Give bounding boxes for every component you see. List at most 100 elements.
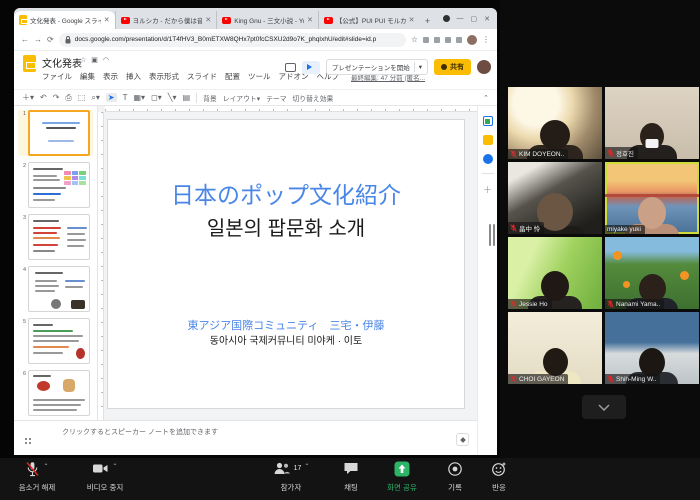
slide-thumbnail-6[interactable]: 6	[18, 370, 93, 416]
new-slide-icon[interactable]: ＋▾	[22, 92, 34, 103]
back-icon[interactable]: ←	[21, 35, 29, 44]
slide-filmstrip: 1 2	[14, 106, 98, 420]
participant-tile[interactable]: miyake yuki	[605, 162, 699, 234]
extension-icon[interactable]	[445, 37, 451, 43]
current-slide[interactable]: 日本のポップ文化紹介 일본의 팝문화 소개 東アジア国際コミュニティ 三宅・伊藤…	[108, 120, 464, 408]
tasks-icon[interactable]	[483, 154, 493, 164]
participant-tile[interactable]: 畠中 怜	[508, 162, 602, 234]
add-addon-icon[interactable]: ＋	[483, 183, 492, 196]
share-button[interactable]: 共有	[434, 59, 471, 75]
participants-button[interactable]: 17 ⌃ 참가자	[256, 461, 326, 493]
reactions-button[interactable]: 반응	[478, 461, 520, 493]
slide-subtitle-korean[interactable]: 동아시아 국제커뮤니티 미야케 · 이토	[108, 332, 464, 347]
tab-close-icon[interactable]: ✕	[205, 16, 211, 24]
background-button[interactable]: 背景	[203, 93, 217, 103]
slide-title-korean[interactable]: 일본의 팝문화 소개	[108, 212, 464, 241]
move-folder-icon[interactable]: ▣	[91, 56, 98, 64]
menu-arrange[interactable]: 配置	[225, 71, 240, 82]
speaker-notes-placeholder[interactable]: クリックするとスピーカー ノートを追加できます	[62, 427, 218, 437]
select-cursor-icon[interactable]: ➤	[106, 93, 117, 102]
slide-title-japanese[interactable]: 日本のポップ文化紹介	[108, 176, 464, 210]
star-icon[interactable]: ☆	[80, 56, 86, 64]
insert-image-icon[interactable]: ▦▾	[133, 93, 145, 102]
paint-format-icon[interactable]: ⬚	[78, 93, 86, 102]
participant-tile[interactable]: CHOI GAYEON	[508, 312, 602, 384]
account-avatar[interactable]	[477, 60, 491, 74]
address-bar[interactable]: docs.google.com/presentation/d/1T4fHV3_B…	[59, 33, 406, 47]
minimize-icon[interactable]: —	[457, 15, 464, 22]
speaker-notes-bar[interactable]: クリックするとスピーカー ノートを追加できます	[14, 420, 477, 455]
tab-youtube-molcar[interactable]: 【公式】PUI PUI モルカー 第1話... ✕	[318, 11, 420, 29]
menu-file[interactable]: ファイル	[42, 71, 72, 82]
mic-options-chevron[interactable]: ⌃	[43, 463, 48, 470]
browser-menu-icon[interactable]: ⋮	[482, 35, 490, 44]
bookmark-star-icon[interactable]: ☆	[411, 35, 418, 44]
menu-slide[interactable]: スライド	[187, 71, 217, 82]
participant-tile[interactable]: Nanami Yama..	[605, 237, 699, 309]
slide-subtitle-japanese[interactable]: 東アジア国際コミュニティ 三宅・伊藤	[108, 317, 464, 333]
insert-line-icon[interactable]: ╲▾	[168, 93, 177, 102]
collapse-toolbar-icon[interactable]: ⌃	[483, 94, 489, 102]
grid-view-icon[interactable]	[24, 437, 32, 445]
close-icon[interactable]: ✕	[484, 15, 490, 23]
maximize-icon[interactable]: ▢	[471, 15, 478, 23]
slide-thumbnail-4[interactable]: 4	[18, 266, 93, 312]
menu-view[interactable]: 表示	[103, 71, 118, 82]
comment-history-icon[interactable]	[285, 63, 296, 72]
tab-close-icon[interactable]: ✕	[409, 16, 415, 24]
document-title[interactable]: 文化発表	[42, 55, 82, 70]
undo-icon[interactable]: ↶	[40, 93, 47, 102]
extension-icon[interactable]	[456, 37, 462, 43]
more-participants-button[interactable]	[582, 395, 626, 419]
menu-tools[interactable]: ツール	[248, 71, 271, 82]
chat-button[interactable]: 채팅	[330, 461, 372, 493]
present-button[interactable]: プレゼンテーションを開始 ▾	[326, 59, 428, 75]
video-panel-drag-handle[interactable]	[489, 224, 495, 246]
stop-video-button[interactable]: ⌃ 비디오 중지	[72, 461, 138, 493]
extension-icon[interactable]	[423, 37, 429, 43]
tab-youtube-kinggnu[interactable]: King Gnu - 三文小説 - YouTube ✕	[216, 11, 318, 29]
redo-icon[interactable]: ↷	[53, 93, 60, 102]
video-options-chevron[interactable]: ⌃	[112, 463, 117, 470]
share-screen-button[interactable]: 화면 공유	[374, 461, 430, 493]
keep-icon[interactable]	[483, 135, 493, 145]
slide-thumbnail-5[interactable]: 5	[18, 318, 93, 364]
browser-profile-avatar[interactable]	[467, 35, 477, 45]
insert-comment-icon[interactable]: ▤	[183, 93, 191, 102]
tab-google-slides[interactable]: 文化発表 - Google スライド ✕	[14, 11, 115, 29]
transition-button[interactable]: 切り替え効果	[293, 93, 334, 103]
record-button[interactable]: 기록	[434, 461, 476, 493]
menu-format[interactable]: 表示形式	[149, 71, 179, 82]
muted-mic-icon	[607, 375, 614, 383]
profile-dot-icon[interactable]	[443, 15, 450, 22]
reload-icon[interactable]: ⟳	[47, 35, 54, 44]
slideshow-icon[interactable]	[302, 61, 320, 74]
explore-icon[interactable]	[456, 433, 469, 446]
participant-tile[interactable]: KIM DOYEON..	[508, 87, 602, 159]
participant-tile[interactable]: Jessie Ho	[508, 237, 602, 309]
zoom-icon[interactable]: ⌕▾	[91, 93, 100, 103]
tab-close-icon[interactable]: ✕	[104, 16, 110, 24]
participant-tile[interactable]: Shih-Ming W..	[605, 312, 699, 384]
slide-thumbnail-2[interactable]: 2	[18, 162, 93, 208]
google-slides-logo[interactable]	[23, 55, 36, 72]
theme-button[interactable]: テーマ	[266, 93, 286, 103]
layout-button[interactable]: レイアウト▾	[223, 93, 260, 103]
slide-thumbnail-1[interactable]: 1	[18, 110, 93, 156]
textbox-icon[interactable]: T	[123, 93, 128, 102]
unmute-button[interactable]: ⌃ 음소거 해제	[6, 461, 68, 493]
new-tab-button[interactable]: +	[420, 13, 436, 29]
chevron-down-icon[interactable]: ▾	[419, 63, 422, 71]
insert-shape-icon[interactable]: ◻▾	[151, 93, 162, 102]
slide-thumbnail-3[interactable]: 3	[18, 214, 93, 260]
tab-close-icon[interactable]: ✕	[307, 16, 313, 24]
participant-tile[interactable]: 정호진	[605, 87, 699, 159]
menu-insert[interactable]: 挿入	[126, 71, 141, 82]
forward-icon[interactable]: →	[34, 35, 42, 44]
tab-youtube-yorushika[interactable]: ヨルシカ - だから僕は音楽を辞めた... ✕	[115, 11, 217, 29]
menu-edit[interactable]: 編集	[80, 71, 95, 82]
extension-icon[interactable]	[434, 37, 440, 43]
participants-options-chevron[interactable]: ⌃	[304, 463, 309, 470]
print-icon[interactable]: ⎙	[65, 93, 71, 103]
calendar-icon[interactable]	[483, 116, 493, 126]
